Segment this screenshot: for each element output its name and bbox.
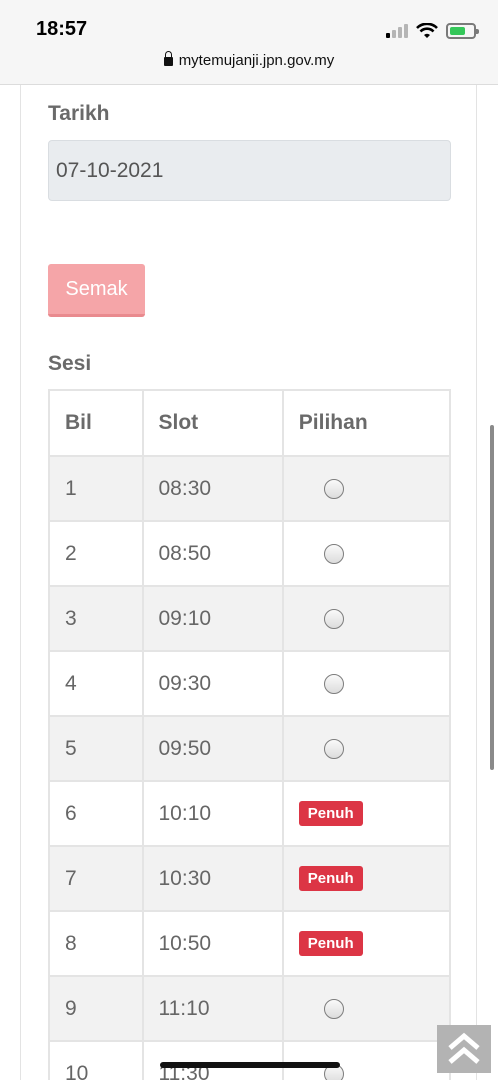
- cell-pilihan: Penuh: [281, 780, 452, 847]
- cell-bil: 10: [48, 1040, 144, 1080]
- cell-pilihan: [281, 1040, 452, 1080]
- cell-bil: 5: [48, 715, 144, 782]
- page-content: Tarikh 07-10-2021 Semak Sesi Bil Slot Pi…: [20, 85, 477, 1080]
- cell-bil: 4: [48, 650, 144, 717]
- wifi-icon: [416, 23, 438, 38]
- cell-slot: 08:30: [141, 455, 284, 522]
- full-badge: Penuh: [298, 866, 363, 891]
- full-badge: Penuh: [298, 801, 363, 826]
- status-icons: [386, 20, 479, 42]
- home-indicator: [160, 1062, 340, 1068]
- cell-pilihan: Penuh: [281, 910, 452, 977]
- check-button[interactable]: Semak: [48, 264, 145, 317]
- browser-top-bar: 18:57 mytemujanji.jpn.gov.my: [0, 0, 498, 85]
- cell-slot: 08:50: [141, 520, 284, 587]
- cell-bil: 1: [48, 455, 144, 522]
- table-row: 5 09:50: [48, 715, 452, 782]
- lock-icon: [163, 51, 173, 66]
- cell-bil: 2: [48, 520, 144, 587]
- double-chevron-up-icon: [448, 1032, 480, 1064]
- cell-bil: 8: [48, 910, 144, 977]
- table-row: 10 11:30: [48, 1040, 452, 1080]
- session-table: Bil Slot Pilihan 1 08:30 2 08:50 3 09:10 4 09:3…: [48, 389, 452, 1080]
- table-row: 7 10:30 Penuh: [48, 845, 452, 912]
- cell-pilihan: [281, 585, 452, 652]
- header-slot: Slot: [141, 389, 284, 457]
- cell-slot: 09:10: [141, 585, 284, 652]
- url-bar[interactable]: mytemujanji.jpn.gov.my: [0, 51, 498, 69]
- cell-bil: 3: [48, 585, 144, 652]
- slot-radio-button[interactable]: [323, 738, 344, 759]
- session-label: Sesi: [48, 352, 92, 375]
- cell-slot: 10:30: [141, 845, 284, 912]
- cell-pilihan: [281, 455, 452, 522]
- cell-bil: 9: [48, 975, 144, 1042]
- cell-pilihan: [281, 650, 452, 717]
- header-pilihan: Pilihan: [281, 389, 452, 457]
- status-time: 18:57: [36, 18, 88, 40]
- cell-pilihan: [281, 520, 452, 587]
- table-row: 2 08:50: [48, 520, 452, 587]
- cell-slot: 09:50: [141, 715, 284, 782]
- date-field[interactable]: 07-10-2021: [48, 140, 451, 201]
- slot-radio-button[interactable]: [323, 543, 344, 564]
- battery-icon: [446, 23, 479, 39]
- cell-bil: 6: [48, 780, 144, 847]
- cell-pilihan: Penuh: [281, 845, 452, 912]
- slot-radio-button[interactable]: [323, 608, 344, 629]
- cellular-signal-icon: [386, 24, 408, 38]
- table-row: 4 09:30: [48, 650, 452, 717]
- scroll-to-top-button[interactable]: [437, 1025, 491, 1073]
- table-row: 1 08:30: [48, 455, 452, 522]
- cell-pilihan: [281, 975, 452, 1042]
- table-header-row: Bil Slot Pilihan: [48, 389, 452, 457]
- cell-slot: 09:30: [141, 650, 284, 717]
- cell-slot: 11:30: [141, 1040, 284, 1080]
- slot-radio-button[interactable]: [323, 998, 344, 1019]
- cell-slot: 10:50: [141, 910, 284, 977]
- cell-slot: 10:10: [141, 780, 284, 847]
- slot-radio-button[interactable]: [323, 478, 344, 499]
- cell-slot: 11:10: [141, 975, 284, 1042]
- full-badge: Penuh: [298, 931, 363, 956]
- table-row: 6 10:10 Penuh: [48, 780, 452, 847]
- url-text: mytemujanji.jpn.gov.my: [178, 52, 335, 69]
- table-row: 9 11:10: [48, 975, 452, 1042]
- header-bil: Bil: [48, 389, 144, 457]
- cell-bil: 7: [48, 845, 144, 912]
- date-label: Tarikh: [48, 102, 110, 125]
- page-scrollbar[interactable]: [490, 425, 494, 770]
- cell-pilihan: [281, 715, 452, 782]
- table-row: 8 10:50 Penuh: [48, 910, 452, 977]
- table-row: 3 09:10: [48, 585, 452, 652]
- slot-radio-button[interactable]: [323, 673, 344, 694]
